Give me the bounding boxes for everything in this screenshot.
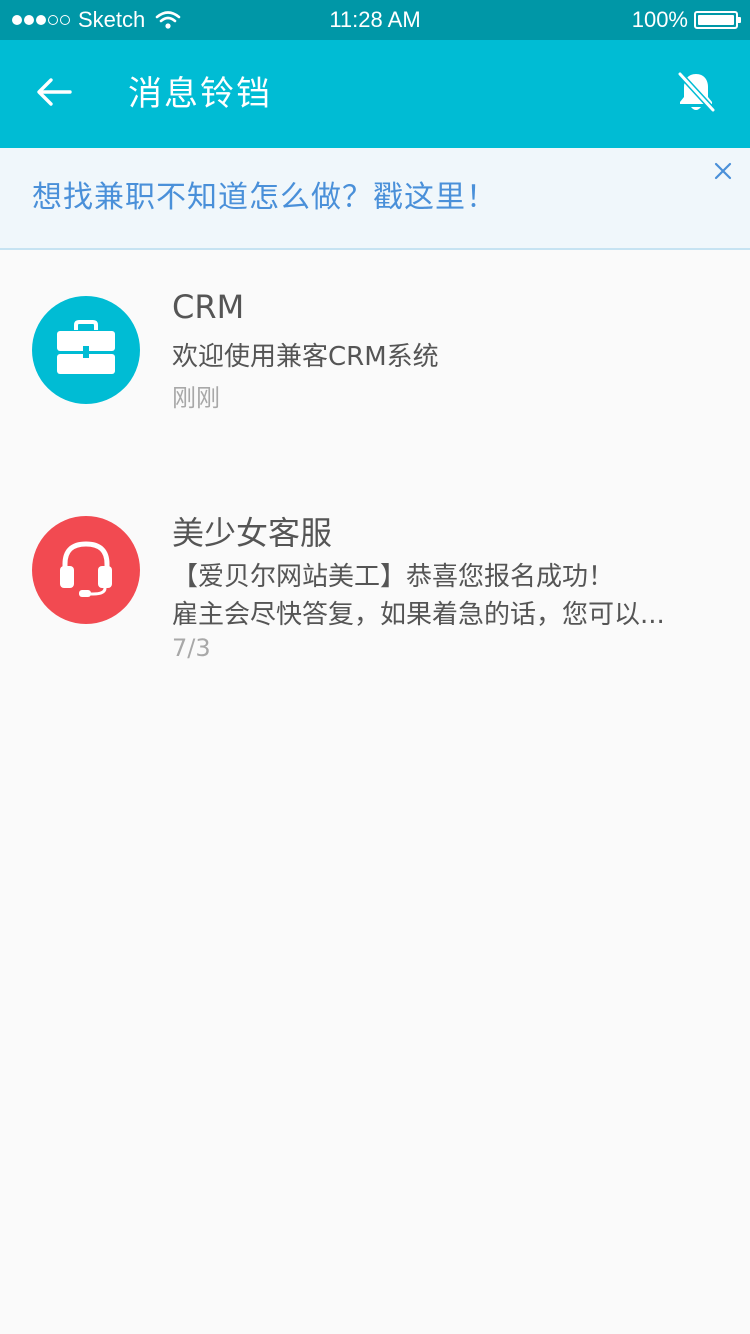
- battery-level: [698, 15, 734, 25]
- message-preview-line-2: 雇主会尽快答复，如果着急的话，您可以...: [172, 600, 665, 630]
- message-sender: 美少女客服: [172, 514, 333, 552]
- message-time: 刚刚: [172, 384, 220, 412]
- close-icon: [714, 162, 732, 184]
- avatar: [32, 516, 140, 624]
- page-title: 消息铃铛: [128, 74, 272, 114]
- avatar: [32, 296, 140, 404]
- briefcase-icon: [55, 320, 117, 380]
- back-button[interactable]: [22, 62, 86, 126]
- promo-banner: 想找兼职不知道怎么做？戳这里！: [0, 148, 750, 250]
- message-time: 7/3: [172, 634, 211, 662]
- app-bar: 消息铃铛: [0, 40, 750, 148]
- message-item-crm[interactable]: CRM 欢迎使用兼客CRM系统 刚刚: [0, 252, 750, 452]
- banner-close-button[interactable]: [708, 158, 738, 188]
- mute-notifications-button[interactable]: [664, 62, 728, 126]
- message-preview-line-1: 【爱贝尔网站美工】恭喜您报名成功！: [172, 562, 615, 592]
- status-bar: Sketch 11:28 AM 100%: [0, 0, 750, 40]
- battery-percent: 100%: [631, 7, 688, 32]
- message-preview: 欢迎使用兼客CRM系统: [172, 342, 439, 372]
- bell-off-icon: [676, 70, 716, 118]
- promo-banner-link[interactable]: 想找兼职不知道怎么做？戳这里！: [32, 148, 497, 248]
- arrow-left-icon: [36, 77, 72, 111]
- battery-icon: [694, 11, 741, 29]
- status-right: 100%: [631, 0, 741, 40]
- headset-icon: [57, 538, 115, 602]
- message-item-customer-service[interactable]: 美少女客服 【爱贝尔网站美工】恭喜您报名成功！ 雇主会尽快答复，如果着急的话，您…: [0, 472, 750, 692]
- message-sender: CRM: [172, 288, 245, 326]
